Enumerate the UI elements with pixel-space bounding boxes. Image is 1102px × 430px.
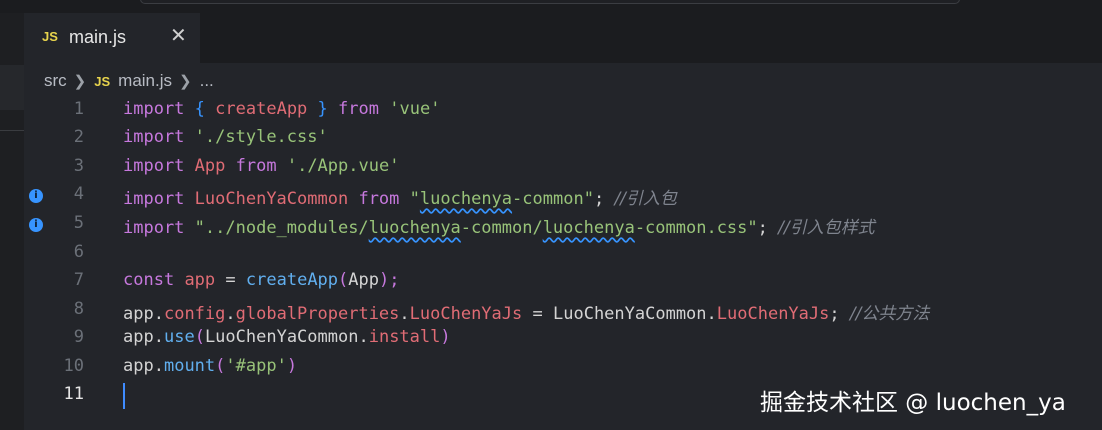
line-number: 4 [73, 184, 84, 204]
code-line[interactable]: i 5 import "../node_modules/luochenya-co… [24, 211, 1102, 239]
line-number: 11 [63, 384, 84, 404]
activity-highlight [0, 65, 24, 110]
activity-strip [0, 13, 24, 430]
code-text: import './style.css' [123, 127, 328, 147]
code-line[interactable]: 7 const app = createApp(App); [24, 268, 1102, 296]
code-text: app.config.globalProperties.LuoChenYaJs … [123, 304, 930, 324]
close-icon[interactable]: ✕ [170, 25, 187, 45]
chevron-right-icon: ❯ [179, 73, 192, 90]
activity-divider [0, 130, 24, 131]
breadcrumb: src ❯ JS main.js ❯ ... [44, 69, 214, 93]
code-text: import { createApp } from 'vue' [123, 99, 441, 119]
code-text: import "../node_modules/luochenya-common… [123, 218, 875, 238]
code-text: const app = createApp(App); [123, 270, 400, 290]
title-bar [0, 0, 1102, 13]
editor[interactable]: src ❯ JS main.js ❯ ... 1 import { create… [24, 63, 1102, 430]
code-text: import LuoChenYaCommon from "luochenya-c… [123, 189, 677, 209]
tab-bar: JS main.js ✕ [24, 13, 1102, 63]
code-line[interactable]: 1 import { createApp } from 'vue' [24, 97, 1102, 125]
code-line[interactable]: 10 app.mount('#app') [24, 354, 1102, 382]
breadcrumb-more[interactable]: ... [200, 71, 214, 91]
code-text: app.use(LuoChenYaCommon.install) [123, 327, 451, 347]
tab-label: main.js [69, 27, 127, 47]
line-number: 1 [73, 99, 84, 119]
watermark: 掘金技术社区 @ luochen_ya [760, 390, 1066, 416]
code-line[interactable]: i 4 import LuoChenYaCommon from "luochen… [24, 182, 1102, 210]
code-line[interactable]: 6 [24, 240, 1102, 268]
line-number: 10 [63, 356, 84, 376]
code-line[interactable]: 2 import './style.css' [24, 125, 1102, 153]
line-number: 6 [73, 242, 84, 262]
command-center[interactable] [140, 0, 960, 4]
js-file-icon: JS [42, 29, 58, 44]
chevron-right-icon: ❯ [73, 73, 87, 90]
code-text: app.mount('#app') [123, 356, 298, 376]
line-number: 7 [73, 270, 84, 290]
tab-main-js[interactable]: JS main.js ✕ [24, 13, 200, 63]
js-file-icon: JS [94, 73, 111, 89]
breadcrumb-folder[interactable]: src [44, 71, 67, 91]
line-number: 8 [73, 299, 84, 319]
code-line[interactable]: 8 app.config.globalProperties.LuoChenYaJ… [24, 297, 1102, 325]
code-text: import App from './App.vue' [123, 156, 400, 176]
code-line[interactable]: 9 app.use(LuoChenYaCommon.install) [24, 325, 1102, 353]
breadcrumb-file[interactable]: main.js [118, 71, 172, 91]
code-line[interactable]: 3 import App from './App.vue' [24, 154, 1102, 182]
line-number: 2 [73, 127, 84, 147]
line-number: 9 [73, 327, 84, 347]
line-number: 3 [73, 156, 84, 176]
line-number: 5 [73, 213, 84, 233]
text-cursor [123, 383, 125, 409]
